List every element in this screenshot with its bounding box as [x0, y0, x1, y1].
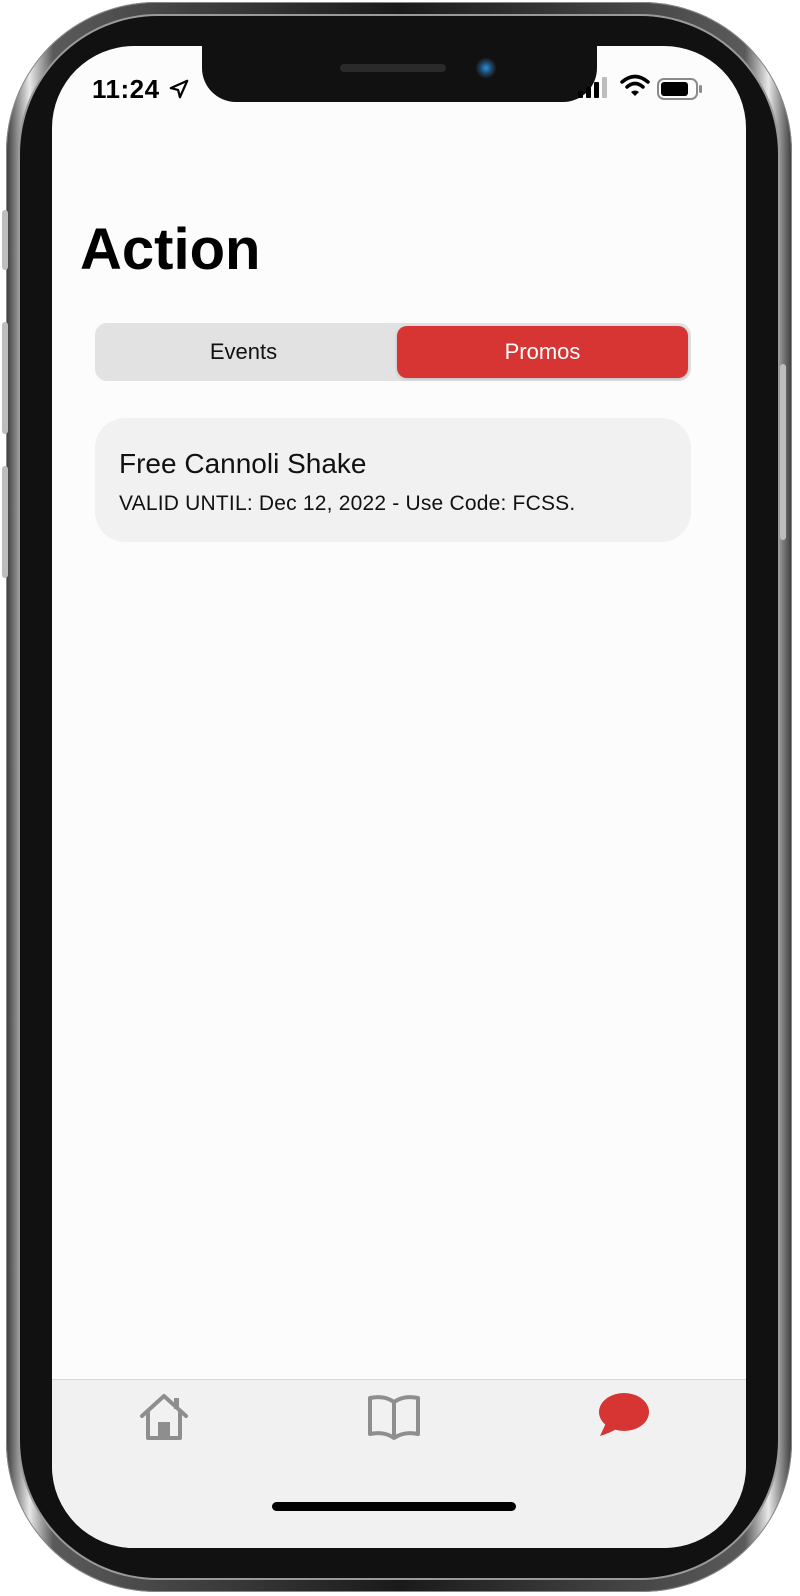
page-title: Action — [80, 217, 261, 282]
tab-home[interactable] — [134, 1390, 194, 1442]
status-time: 11:24 — [92, 74, 160, 104]
home-icon — [140, 1394, 188, 1440]
tab-bar — [52, 1379, 746, 1548]
volume-down-button — [2, 466, 8, 578]
segment-promos[interactable]: Promos — [397, 326, 688, 378]
battery-icon — [657, 78, 702, 100]
phone-screen: 11:24 Action Events Promos Free Cannoli … — [52, 46, 746, 1548]
notch — [202, 46, 597, 102]
promo-detail: VALID UNTIL: Dec 12, 2022 - Use Code: FC… — [119, 492, 576, 515]
promo-title: Free Cannoli Shake — [119, 448, 367, 479]
segmented-control: Events Promos — [95, 323, 691, 381]
front-camera — [476, 58, 496, 78]
promo-card[interactable]: Free Cannoli Shake VALID UNTIL: Dec 12, … — [95, 418, 691, 542]
book-icon — [368, 1395, 420, 1440]
home-indicator — [272, 1502, 516, 1511]
speaker-grille — [340, 64, 446, 72]
power-button — [780, 364, 786, 540]
silent-switch — [2, 210, 8, 270]
location-arrow-icon — [169, 79, 189, 99]
tab-book[interactable] — [364, 1390, 424, 1442]
segment-events[interactable]: Events — [98, 326, 389, 378]
tab-chat[interactable] — [592, 1390, 652, 1442]
volume-up-button — [2, 322, 8, 434]
chat-bubble-icon — [599, 1393, 649, 1436]
cellular-signal-icon — [578, 77, 607, 98]
wifi-icon — [620, 74, 650, 96]
